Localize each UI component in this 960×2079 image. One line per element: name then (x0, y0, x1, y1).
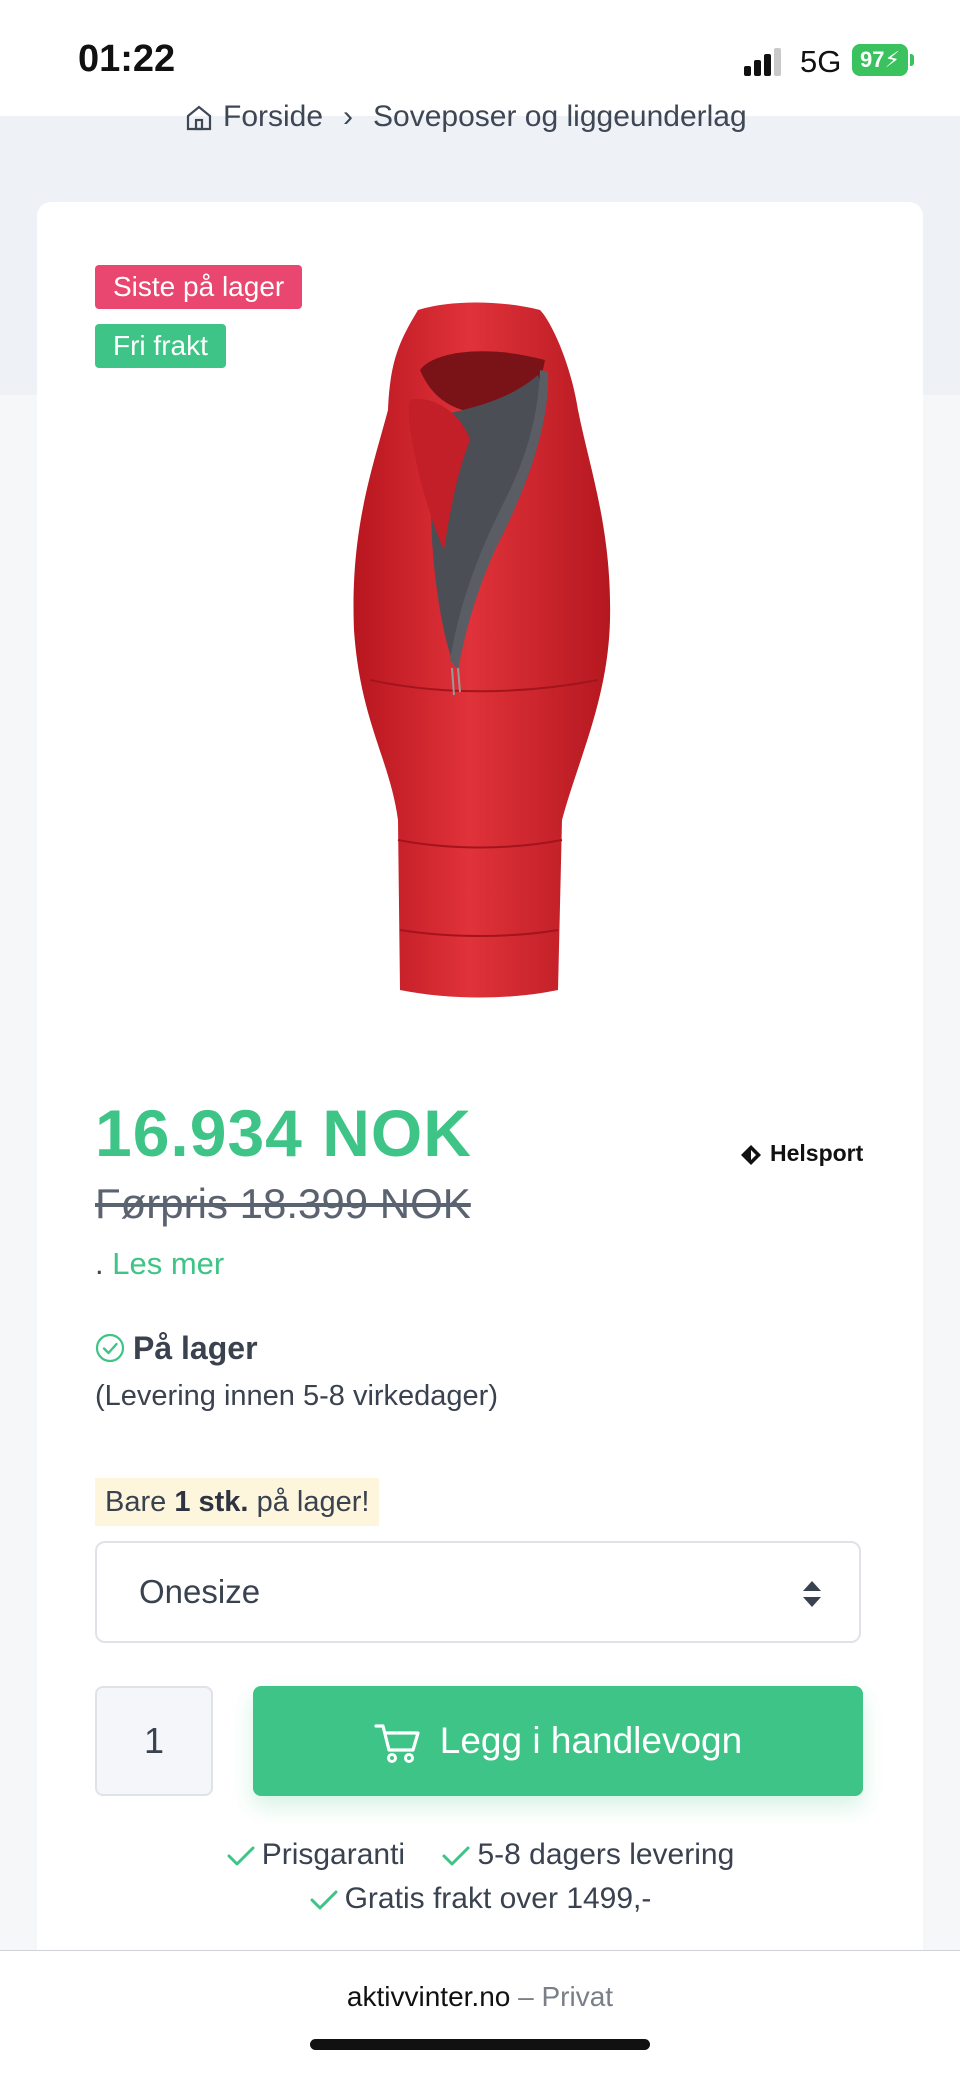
add-to-cart-label: Legg i handlevogn (439, 1720, 743, 1761)
network-type: 5G (800, 44, 842, 79)
stock-status: På lager (95, 1330, 258, 1367)
helsport-logo-icon (741, 1144, 761, 1165)
read-more-prefix: . (95, 1246, 104, 1281)
cart-icon (374, 1724, 420, 1764)
size-select-value: Onesize (139, 1573, 261, 1610)
product-price: 16.934 NOK (95, 1096, 472, 1170)
stock-count: 1 stk. (174, 1486, 249, 1518)
check-icon (442, 1846, 470, 1866)
url-display[interactable]: aktivvinter.no – Privat (0, 1981, 960, 2013)
previous-price: Førpris 18.399 NOK (95, 1180, 471, 1227)
quantity-input[interactable]: 1 (95, 1686, 213, 1796)
home-icon (186, 105, 212, 131)
chevron-right-icon: › (343, 100, 354, 133)
product-image[interactable] (340, 300, 620, 1000)
battery-tip (910, 54, 914, 66)
private-mode-label: – Privat (518, 1981, 614, 2012)
usp-price-guarantee-label: Prisgaranti (261, 1838, 406, 1871)
last-in-stock-badge: Siste på lager (95, 265, 303, 309)
read-more-line: . Les mer (95, 1246, 224, 1282)
free-shipping-badge: Fri frakt (95, 324, 226, 368)
add-to-cart-button[interactable]: Legg i handlevogn (253, 1686, 863, 1796)
stock-status-label: På lager (133, 1330, 258, 1366)
usp-row: Prisgaranti 5-8 dagers levering (0, 1838, 960, 1872)
stock-count-suffix: på lager! (256, 1486, 370, 1518)
usp-free-shipping-label: Gratis frakt over 1499,- (344, 1882, 652, 1915)
url-domain: aktivvinter.no (346, 1981, 511, 2012)
battery-level: 97 (860, 47, 885, 72)
brand-logo[interactable]: Helsport (740, 1140, 863, 1167)
status-bar: 01:22 5G 97⚡ (0, 0, 960, 116)
check-icon (227, 1846, 255, 1866)
breadcrumb-category[interactable]: Soveposer og liggeunderlag (373, 100, 747, 133)
read-more-link[interactable]: Les mer (112, 1246, 224, 1281)
home-indicator[interactable] (310, 2039, 650, 2050)
usp-price-guarantee: Prisgaranti (226, 1838, 405, 1872)
stock-count-notice: Bare 1 stk. på lager! (95, 1478, 380, 1526)
breadcrumb: Forside › Soveposer og liggeunderlag (185, 100, 747, 134)
status-time: 01:22 (78, 38, 176, 80)
battery-icon: 97⚡ (852, 44, 908, 76)
usp-row: Gratis frakt over 1499,- (0, 1882, 960, 1916)
select-arrows-icon (803, 1581, 821, 1607)
breadcrumb-home[interactable]: Forside (223, 100, 323, 133)
signal-icon (744, 48, 786, 76)
browser-address-bar[interactable]: aktivvinter.no – Privat (0, 1950, 960, 2079)
usp-delivery: 5-8 dagers levering (441, 1838, 734, 1872)
usp-delivery-label: 5-8 dagers levering (477, 1838, 735, 1871)
check-circle-icon (95, 1333, 125, 1363)
size-select[interactable]: Onesize (95, 1541, 861, 1643)
stock-count-prefix: Bare (105, 1486, 167, 1518)
brand-name: Helsport (770, 1140, 864, 1166)
usp-free-shipping: Gratis frakt over 1499,- (309, 1882, 652, 1916)
delivery-estimate: (Levering innen 5-8 virkedager) (95, 1380, 498, 1412)
check-icon (310, 1890, 338, 1910)
